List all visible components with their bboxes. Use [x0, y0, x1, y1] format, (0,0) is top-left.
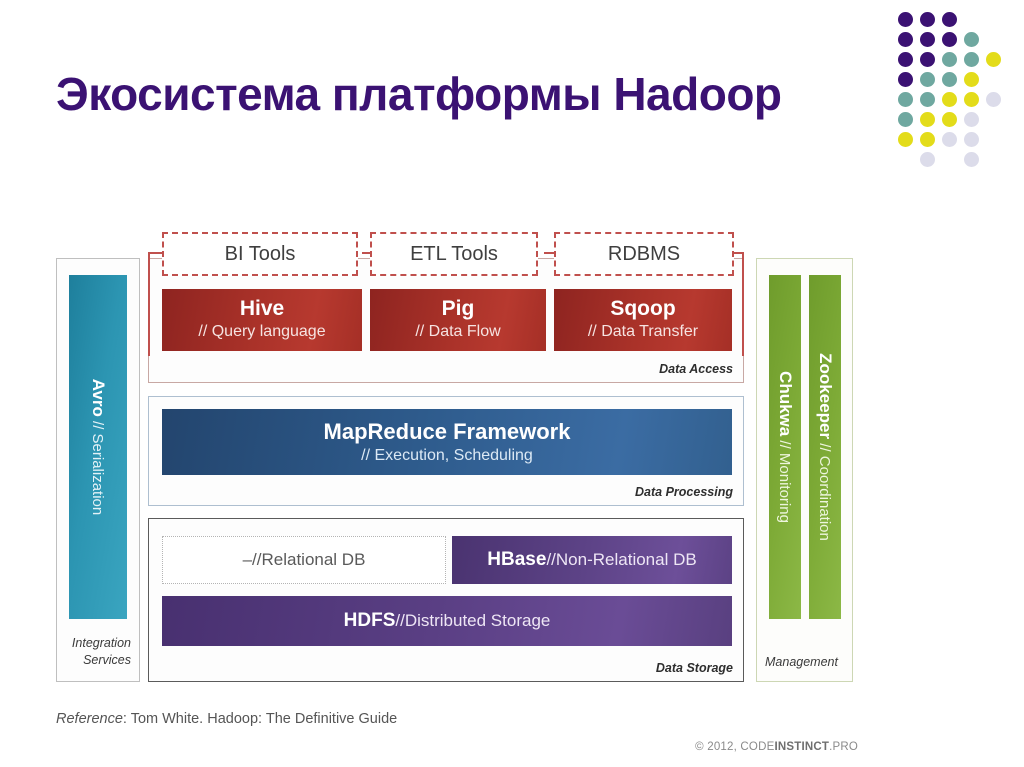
component-hive-subtitle: // Query language	[198, 323, 326, 341]
avro-subtitle: Serialization	[89, 433, 106, 516]
tool-box-rdbms[interactable]: RDBMS	[554, 232, 734, 276]
tool-box-etl-tools[interactable]: ETL Tools	[370, 232, 538, 276]
integration-label-line2: Services	[83, 653, 131, 668]
data-storage-label: Data Storage	[655, 661, 733, 675]
integration-label-line1: Integration	[71, 636, 131, 651]
component-mapreduce-title: MapReduce Framework	[323, 419, 571, 444]
component-hive[interactable]: Hive // Query language	[162, 289, 362, 351]
integration-services-panel: Avro // Serialization Integration Servic…	[56, 258, 140, 682]
tool-box-rdbms-label: RDBMS	[607, 242, 681, 265]
connector-right-vertical	[742, 252, 744, 356]
component-sqoop-subtitle: // Data Transfer	[587, 323, 699, 341]
zookeeper-bar-text: Zookeeper // Coordination	[815, 353, 835, 541]
component-hdfs-name: HDFS	[343, 610, 396, 631]
component-relational-db-subtitle: Relational DB	[261, 550, 366, 569]
component-mapreduce-subtitle: // Execution, Scheduling	[361, 446, 533, 464]
component-sqoop-title: Sqoop	[610, 297, 676, 320]
component-sqoop[interactable]: Sqoop // Data Transfer	[554, 289, 732, 351]
component-hbase[interactable]: HBase // Non-Relational DB	[452, 536, 732, 584]
component-hdfs-subtitle: Distributed Storage	[404, 611, 551, 630]
tool-box-etl-tools-label: ETL Tools	[410, 242, 498, 265]
hadoop-ecosystem-diagram: Avro // Serialization Integration Servic…	[0, 0, 1024, 767]
avro-name: Avro	[89, 378, 108, 417]
component-relational-db-name: –	[242, 550, 253, 569]
tool-box-bi-tools-label: BI Tools	[224, 242, 296, 265]
component-hbase-separator: //	[546, 550, 556, 569]
reference-text: : Tom White. Hadoop: The Definitive Guid…	[122, 711, 398, 727]
copyright-notice: © 2012, CODEINSTINCT.PRO	[695, 741, 858, 753]
management-label: Management	[765, 655, 838, 669]
zookeeper-separator: //	[816, 439, 833, 456]
avro-bar-text: Avro // Serialization	[88, 379, 108, 516]
component-pig-title: Pig	[441, 297, 475, 320]
reference-note: Reference: Tom White. Hadoop: The Defini…	[56, 711, 397, 727]
zookeeper-name: Zookeeper	[816, 353, 835, 440]
component-hbase-subtitle: Non-Relational DB	[555, 550, 697, 569]
management-panel: Chukwa // Monitoring Zookeeper // Coordi…	[756, 258, 853, 682]
component-pig-subtitle: // Data Flow	[415, 323, 501, 341]
chukwa-name: Chukwa	[776, 371, 795, 437]
data-access-label: Data Access	[659, 362, 733, 376]
component-hive-title: Hive	[239, 297, 285, 320]
copyright-prefix: © 2012, CODE	[695, 741, 775, 753]
chukwa-bar-text: Chukwa // Monitoring	[775, 371, 795, 523]
reference-label: Reference	[56, 711, 123, 727]
component-relational-db-separator: //	[252, 550, 262, 569]
avro-bar[interactable]: Avro // Serialization	[69, 275, 127, 619]
chukwa-subtitle: Monitoring	[776, 452, 793, 523]
tool-box-bi-tools[interactable]: BI Tools	[162, 232, 358, 276]
chukwa-bar[interactable]: Chukwa // Monitoring	[769, 275, 801, 619]
zookeeper-subtitle: Coordination	[816, 455, 833, 541]
component-pig[interactable]: Pig // Data Flow	[370, 289, 546, 351]
component-hdfs-separator: //	[395, 611, 405, 630]
chukwa-separator: //	[776, 436, 793, 453]
component-mapreduce-framework[interactable]: MapReduce Framework // Execution, Schedu…	[162, 409, 732, 475]
component-hbase-name: HBase	[487, 549, 547, 570]
copyright-suffix: .PRO	[829, 741, 858, 753]
copyright-brand: INSTINCT	[774, 741, 830, 753]
connector-left-vertical	[148, 252, 150, 356]
avro-separator: //	[89, 416, 106, 434]
component-hdfs[interactable]: HDFS // Distributed Storage	[162, 596, 732, 646]
data-processing-label: Data Processing	[635, 485, 733, 499]
integration-services-label: Integration Services	[63, 635, 131, 669]
component-relational-db[interactable]: – // Relational DB	[162, 536, 446, 584]
zookeeper-bar[interactable]: Zookeeper // Coordination	[809, 275, 841, 619]
